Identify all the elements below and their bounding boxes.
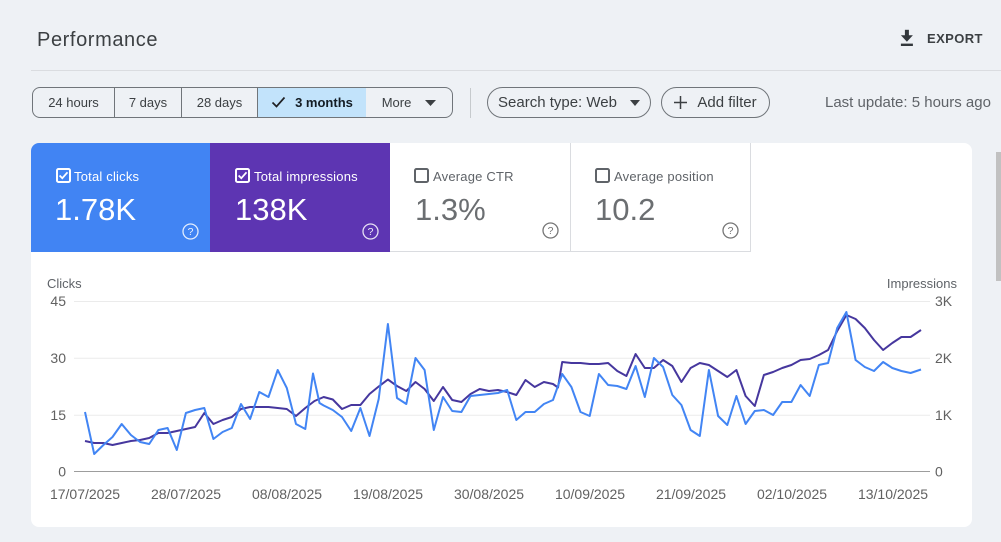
svg-text:?: ? (728, 225, 734, 237)
svg-text:?: ? (548, 225, 554, 237)
svg-text:?: ? (368, 226, 374, 238)
svg-text:?: ? (188, 226, 194, 238)
